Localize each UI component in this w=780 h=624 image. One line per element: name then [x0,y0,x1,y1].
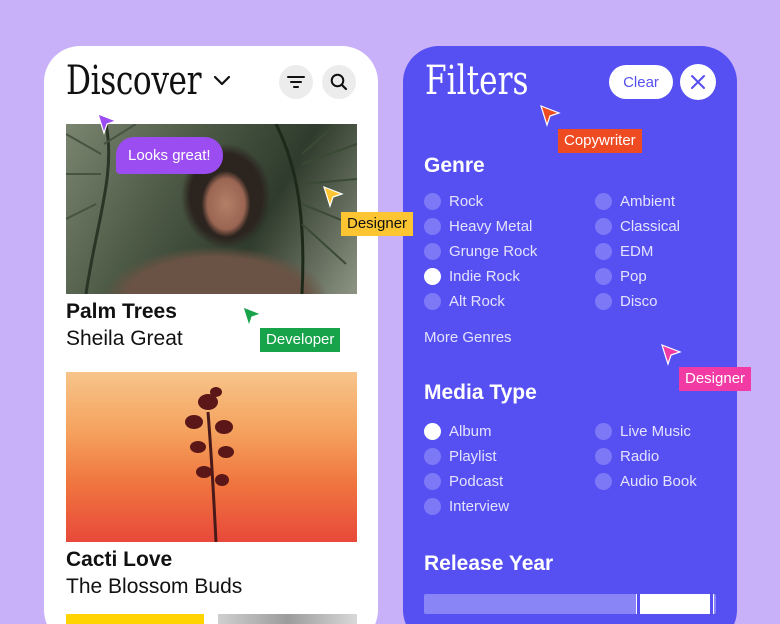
item-cover-thumbnail[interactable] [218,614,357,624]
cursor-icon [323,185,344,208]
collaborator-tag-designer: Designer [341,212,414,236]
collaborator-tag-copywriter: Copywriter [558,129,642,153]
cursor-icon [540,104,561,127]
radio-dot[interactable] [424,448,441,465]
cursor-icon [242,305,263,328]
item-artist-sheila-great[interactable]: Sheila Great [66,327,183,351]
media-option[interactable]: Playlist [424,448,497,465]
close-button[interactable] [680,64,716,100]
cacti-love-cover-image[interactable] [66,372,357,542]
radio-dot-selected[interactable] [424,268,441,285]
media-option-selected[interactable]: Album [424,423,492,440]
genre-option[interactable]: EDM [595,243,653,260]
media-option[interactable]: Audio Book [595,473,697,490]
more-genres-link[interactable]: More Genres [424,329,512,346]
radio-dot[interactable] [424,498,441,515]
item-cover-thumbnail[interactable] [66,614,204,624]
media-type-heading: Media Type [424,381,537,404]
radio-dot[interactable] [595,473,612,490]
cursor-icon [97,112,118,135]
genre-option[interactable]: Alt Rock [424,293,505,310]
item-title-cacti-love[interactable]: Cacti Love [66,548,172,572]
release-year-slider-range[interactable] [636,594,714,614]
radio-dot[interactable] [595,243,612,260]
radio-dot[interactable] [595,193,612,210]
discover-title[interactable]: Discover [66,58,202,104]
genre-option[interactable]: Pop [595,268,647,285]
radio-dot[interactable] [424,243,441,260]
search-button[interactable] [322,65,356,99]
genre-heading: Genre [424,154,485,177]
item-artist-blossom-buds[interactable]: The Blossom Buds [66,575,242,599]
radio-dot[interactable] [595,218,612,235]
radio-dot[interactable] [595,448,612,465]
genre-option[interactable]: Heavy Metal [424,218,532,235]
genre-option[interactable]: Ambient [595,193,675,210]
collaborator-tag-designer: Designer [679,367,752,391]
flower-silhouette-decoration [185,387,234,542]
genre-option[interactable]: Rock [424,193,483,210]
item-title-palm-trees[interactable]: Palm Trees [66,300,177,324]
slider-handle-end[interactable] [710,594,713,614]
genre-option[interactable]: Grunge Rock [424,243,537,260]
release-year-heading: Release Year [424,552,554,575]
radio-dot[interactable] [424,293,441,310]
genre-option-selected[interactable]: Indie Rock [424,268,520,285]
radio-dot[interactable] [595,423,612,440]
comment-bubble: Looks great! [116,137,223,174]
filters-title: Filters [425,58,529,104]
radio-dot[interactable] [595,268,612,285]
genre-option[interactable]: Disco [595,293,658,310]
close-icon [691,75,705,89]
genre-option[interactable]: Classical [595,218,680,235]
chevron-down-icon[interactable] [212,74,232,88]
media-option[interactable]: Interview [424,498,509,515]
media-option[interactable]: Podcast [424,473,503,490]
cursor-icon [661,343,682,366]
media-option[interactable]: Radio [595,448,659,465]
radio-dot[interactable] [424,218,441,235]
filter-button[interactable] [279,65,313,99]
radio-dot[interactable] [424,473,441,490]
slider-handle-start[interactable] [637,594,640,614]
media-option[interactable]: Live Music [595,423,691,440]
radio-dot-selected[interactable] [424,423,441,440]
search-icon [330,73,348,91]
radio-dot[interactable] [424,193,441,210]
collaborator-tag-developer: Developer [260,328,341,352]
filter-lines-icon [287,76,305,88]
clear-button[interactable]: Clear [609,65,673,99]
radio-dot[interactable] [595,293,612,310]
